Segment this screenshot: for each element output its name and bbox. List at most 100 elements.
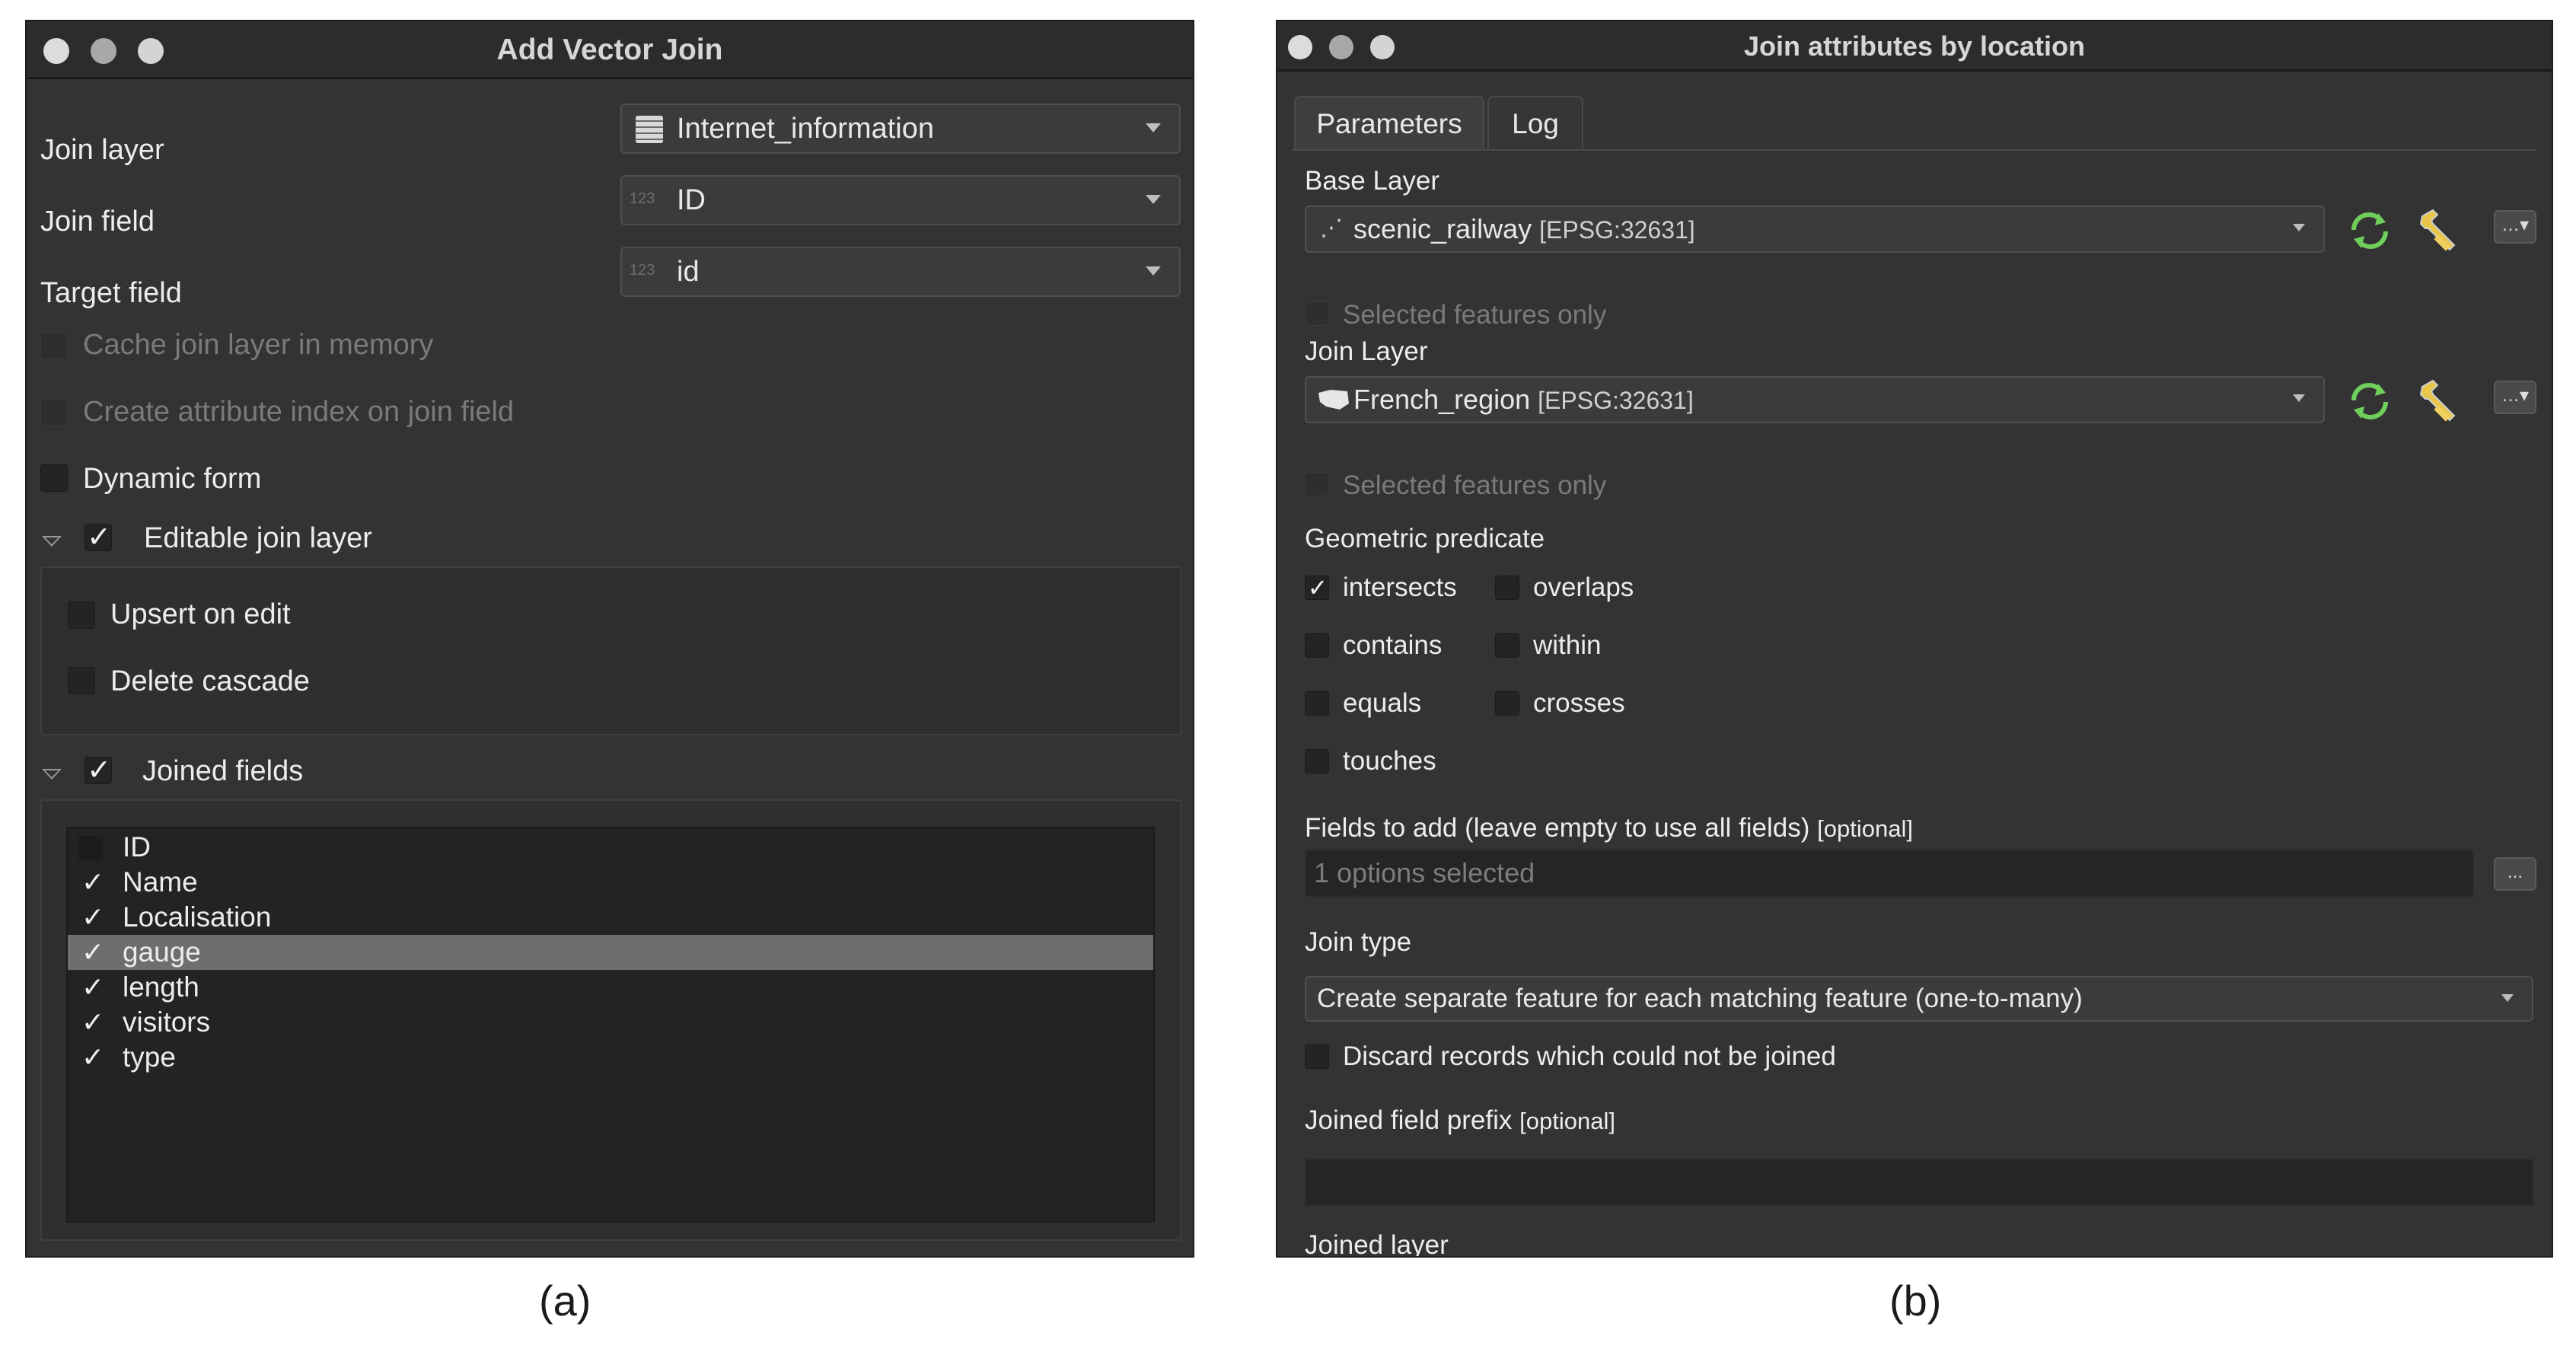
chevron-down-icon xyxy=(2501,994,2514,1002)
chevron-down-icon xyxy=(1146,266,1161,276)
wrench-icon[interactable] xyxy=(2415,206,2462,253)
join-layer-label: Join layer xyxy=(40,134,164,166)
iterate-refresh-icon[interactable] xyxy=(2346,378,2393,425)
join-layer-select[interactable]: Internet_information xyxy=(620,104,1181,154)
join-field-label: Join field xyxy=(40,206,155,238)
list-item-name[interactable]: ✓ Name xyxy=(68,865,1153,900)
upsert-on-edit-checkbox[interactable] xyxy=(68,601,95,629)
fields-to-add-placeholder: 1 options selected xyxy=(1314,857,1535,888)
overlaps-checkbox[interactable] xyxy=(1495,576,1519,600)
select-fields-button[interactable]: ... xyxy=(2494,857,2536,891)
dynamic-form-label: Dynamic form xyxy=(83,463,262,495)
join-layer-value: French_region [EPSG:32631] xyxy=(1353,384,1694,415)
base-selected-features-checkbox[interactable] xyxy=(1305,301,1329,326)
list-item-localisation[interactable]: ✓ Localisation xyxy=(68,900,1153,935)
within-checkbox[interactable] xyxy=(1495,633,1519,658)
list-item-gauge-selected[interactable]: ✓ gauge xyxy=(68,935,1153,970)
wrench-icon[interactable] xyxy=(2415,376,2462,423)
join-attributes-by-location-window: Join attributes by location Parameters L… xyxy=(1276,20,2553,1258)
field-label: Name xyxy=(123,866,198,898)
advanced-options-button[interactable]: …▾ xyxy=(2494,210,2536,244)
discard-records-checkbox[interactable] xyxy=(1305,1044,1329,1069)
joined-fields-checkbox[interactable]: ✓ xyxy=(84,754,112,786)
overlaps-label: overlaps xyxy=(1533,572,1634,602)
field-label: ID xyxy=(123,831,151,863)
collapse-triangle-icon[interactable] xyxy=(42,536,62,547)
chevron-down-icon xyxy=(2293,394,2305,402)
join-type-label: Join type xyxy=(1305,927,1412,957)
base-layer-label: Base Layer xyxy=(1305,166,1440,196)
caption-a: (a) xyxy=(539,1277,591,1325)
joined-field-prefix-input[interactable] xyxy=(1305,1159,2533,1206)
target-field-select[interactable]: 123 id xyxy=(620,247,1181,297)
check-icon: ✓ xyxy=(81,971,105,1003)
upsert-on-edit-label: Upsert on edit xyxy=(110,598,291,630)
base-selected-features-label: Selected features only xyxy=(1343,300,1607,330)
join-field-select[interactable]: 123 ID xyxy=(620,175,1181,225)
equals-checkbox[interactable] xyxy=(1305,691,1329,716)
check-icon: ✓ xyxy=(81,1041,105,1073)
base-layer-value: scenic_railway [EPSG:32631] xyxy=(1353,213,1695,244)
check-icon: ✓ xyxy=(87,521,111,553)
join-selected-features-checkbox[interactable] xyxy=(1305,472,1329,496)
field-checkbox[interactable] xyxy=(78,836,103,860)
intersects-label: intersects xyxy=(1343,572,1457,602)
join-layer-select[interactable]: French_region [EPSG:32631] xyxy=(1305,376,2325,423)
join-field-value: ID xyxy=(677,184,706,216)
editable-join-layer-group: Upsert on edit Delete cascade xyxy=(40,566,1182,735)
field-label: type xyxy=(123,1041,176,1073)
add-vector-join-window: Add Vector Join Join layer Internet_info… xyxy=(25,20,1194,1258)
point-layer-icon: ⋰ xyxy=(1320,215,1344,241)
caption-b: (b) xyxy=(1889,1277,1942,1325)
cache-join-layer-checkbox[interactable] xyxy=(40,332,68,359)
join-layer-value: Internet_information xyxy=(677,113,934,145)
crosses-checkbox[interactable] xyxy=(1495,691,1519,716)
join-selected-features-label: Selected features only xyxy=(1343,470,1607,500)
field-label: Localisation xyxy=(123,901,272,933)
list-item-length[interactable]: ✓ length xyxy=(68,970,1153,1005)
touches-checkbox[interactable] xyxy=(1305,749,1329,773)
editable-join-layer-checkbox[interactable]: ✓ xyxy=(84,521,112,553)
field-label: gauge xyxy=(123,936,201,968)
join-layer-label: Join Layer xyxy=(1305,336,1428,366)
chevron-down-icon xyxy=(1146,195,1161,204)
target-field-value: id xyxy=(677,256,700,288)
equals-label: equals xyxy=(1343,688,1422,718)
tab-parameters[interactable]: Parameters xyxy=(1294,96,1484,151)
fields-to-add-input[interactable]: 1 options selected xyxy=(1305,850,2474,897)
collapse-triangle-icon[interactable] xyxy=(42,769,62,780)
check-icon: ✓ xyxy=(81,936,105,968)
iterate-refresh-icon[interactable] xyxy=(2346,207,2393,254)
delete-cascade-label: Delete cascade xyxy=(110,665,310,697)
fields-to-add-label: Fields to add (leave empty to use all fi… xyxy=(1305,813,1913,843)
join-type-select[interactable]: Create separate feature for each matchin… xyxy=(1305,976,2533,1022)
target-field-label: Target field xyxy=(40,277,182,309)
joined-layer-label: Joined layer xyxy=(1305,1230,1449,1258)
field-label: visitors xyxy=(123,1006,211,1038)
tab-log[interactable]: Log xyxy=(1487,96,1583,151)
within-label: within xyxy=(1533,630,1602,660)
field-label: length xyxy=(123,971,199,1003)
discard-records-label: Discard records which could not be joine… xyxy=(1343,1041,1836,1071)
create-attribute-index-checkbox[interactable] xyxy=(40,399,68,426)
polygon-layer-icon xyxy=(1318,390,1349,410)
list-item-id[interactable]: ID xyxy=(68,830,1153,865)
list-item-visitors[interactable]: ✓ visitors xyxy=(68,1005,1153,1040)
contains-checkbox[interactable] xyxy=(1305,633,1329,658)
list-item-type[interactable]: ✓ type xyxy=(68,1040,1153,1075)
intersects-checkbox[interactable]: ✓ xyxy=(1305,574,1329,601)
titlebar: Join attributes by location xyxy=(1277,21,2552,72)
crosses-label: crosses xyxy=(1533,688,1625,718)
dynamic-form-checkbox[interactable] xyxy=(40,464,68,492)
window-title: Add Vector Join xyxy=(496,33,723,66)
chevron-down-icon xyxy=(1146,123,1161,132)
check-icon: ✓ xyxy=(81,1006,105,1038)
window-title: Join attributes by location xyxy=(1743,30,2086,62)
base-layer-select[interactable]: ⋰ scenic_railway [EPSG:32631] xyxy=(1305,206,2325,253)
delete-cascade-checkbox[interactable] xyxy=(68,667,95,694)
advanced-options-button[interactable]: …▾ xyxy=(2494,381,2536,414)
joined-field-prefix-label: Joined field prefix [optional] xyxy=(1305,1105,1615,1135)
joined-fields-list: ID ✓ Name ✓ Localisation ✓ gauge ✓ lengt… xyxy=(66,827,1155,1223)
check-icon: ✓ xyxy=(81,901,105,933)
geometric-predicate-label: Geometric predicate xyxy=(1305,524,1545,553)
